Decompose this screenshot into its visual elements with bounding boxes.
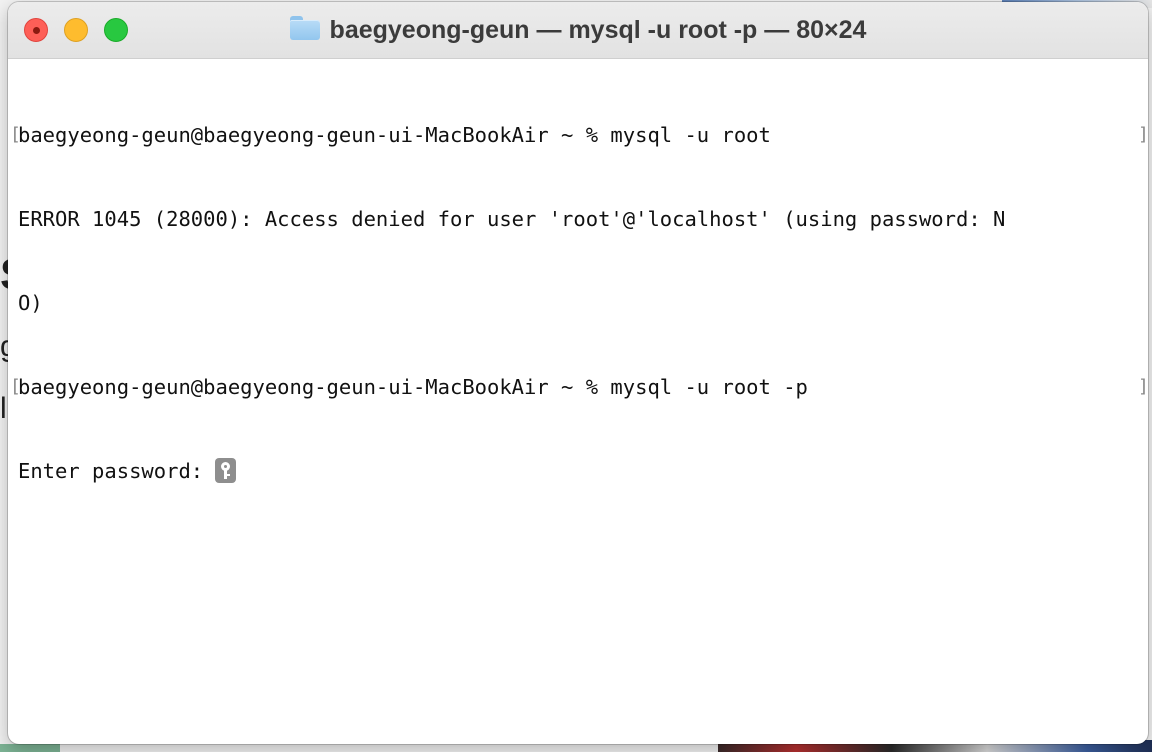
password-prompt-line[interactable]: Enter password:: [18, 457, 1148, 485]
desktop: S g l baegyeong-geun — mysql -u root -p …: [0, 0, 1152, 752]
folder-icon: [289, 16, 320, 40]
background-glyph: g: [0, 330, 8, 366]
terminal-window[interactable]: baegyeong-geun — mysql -u root -p — 80×2…: [8, 2, 1148, 744]
window-title-text: baegyeong-geun — mysql -u root -p — 80×2…: [329, 15, 867, 44]
title-bar[interactable]: baegyeong-geun — mysql -u root -p — 80×2…: [8, 2, 1148, 59]
terminal-line: baegyeong-geun@baegyeong-geun-ui-MacBook…: [10, 121, 1148, 149]
terminal-line: O): [18, 291, 43, 315]
terminal-line: baegyeong-geun@baegyeong-geun-ui-MacBook…: [10, 373, 1148, 401]
background-window-strip: [0, 744, 60, 752]
key-icon: [215, 458, 237, 483]
terminal-line: ERROR 1045 (28000): Access denied for us…: [18, 207, 1006, 231]
background-glyph: l: [0, 392, 7, 425]
terminal-output[interactable]: baegyeong-geun@baegyeong-geun-ui-MacBook…: [8, 59, 1148, 541]
password-prompt: Enter password:: [18, 459, 216, 483]
window-title: baegyeong-geun — mysql -u root -p — 80×2…: [8, 15, 1148, 45]
